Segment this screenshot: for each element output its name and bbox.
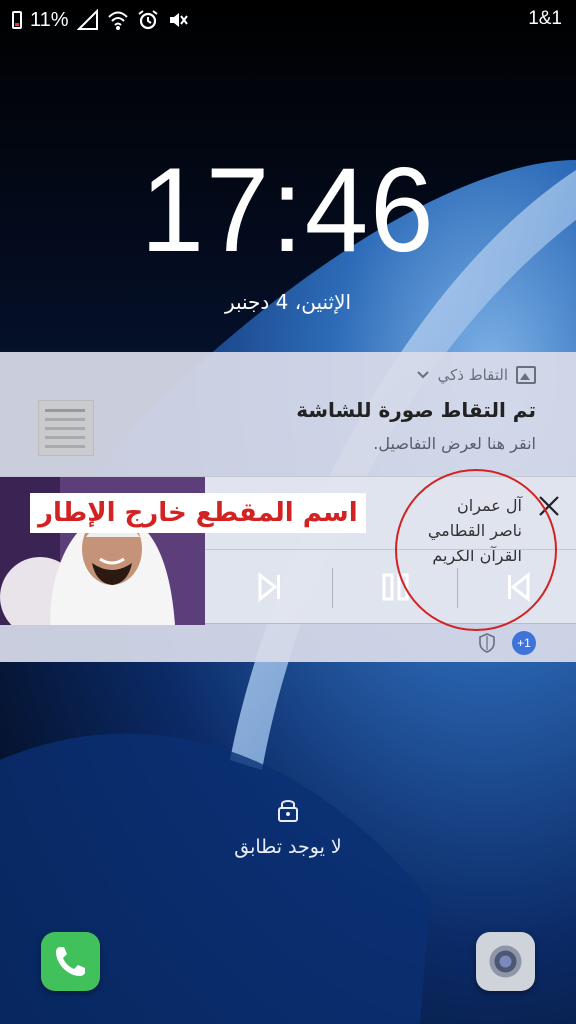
mute-icon	[169, 13, 188, 27]
lock-icon	[278, 800, 298, 822]
shield-icon	[479, 633, 495, 653]
alarm-icon	[137, 10, 158, 30]
signal-icon	[76, 9, 98, 30]
status-left: 11%	[12, 6, 189, 34]
screenshot-thumbnail	[38, 400, 94, 456]
chevron-down-icon[interactable]	[416, 370, 430, 380]
carrier-name: 1&1	[528, 8, 562, 29]
notification-subtitle: انقر هنا لعرض التفاصيل.	[373, 434, 536, 453]
phone-icon	[56, 947, 85, 976]
lockscreen-date: الإثنين، 4 دجنبر	[224, 290, 352, 314]
screenshot-notification[interactable]: التقاط ذكي تم التقاط صورة للشاشة انقر هن…	[0, 352, 576, 476]
wifi-icon	[107, 11, 128, 30]
overlay-caption: اسم المقطع خارج الإطار	[30, 493, 366, 533]
unlock-hint: لا يوجد تطابق	[234, 836, 342, 858]
camera-icon	[489, 945, 522, 978]
control-separator	[332, 568, 333, 608]
status-bar: 11% 1&1	[0, 0, 576, 40]
lockscreen-clock: 17:46	[140, 143, 436, 277]
notification-app-header: التقاط ذكي	[416, 366, 536, 384]
battery-percent: 11%	[30, 8, 69, 31]
more-notifications-badge[interactable]: +1	[512, 631, 536, 655]
notification-title: تم التقاط صورة للشاشة	[296, 398, 536, 422]
image-icon	[516, 366, 536, 384]
notification-app-name: التقاط ذكي	[437, 366, 508, 384]
skip-next-icon[interactable]	[247, 564, 293, 610]
annotation-circle	[395, 469, 557, 631]
camera-shortcut[interactable]	[476, 932, 535, 991]
battery-icon	[12, 11, 22, 29]
phone-shortcut[interactable]	[41, 932, 100, 991]
